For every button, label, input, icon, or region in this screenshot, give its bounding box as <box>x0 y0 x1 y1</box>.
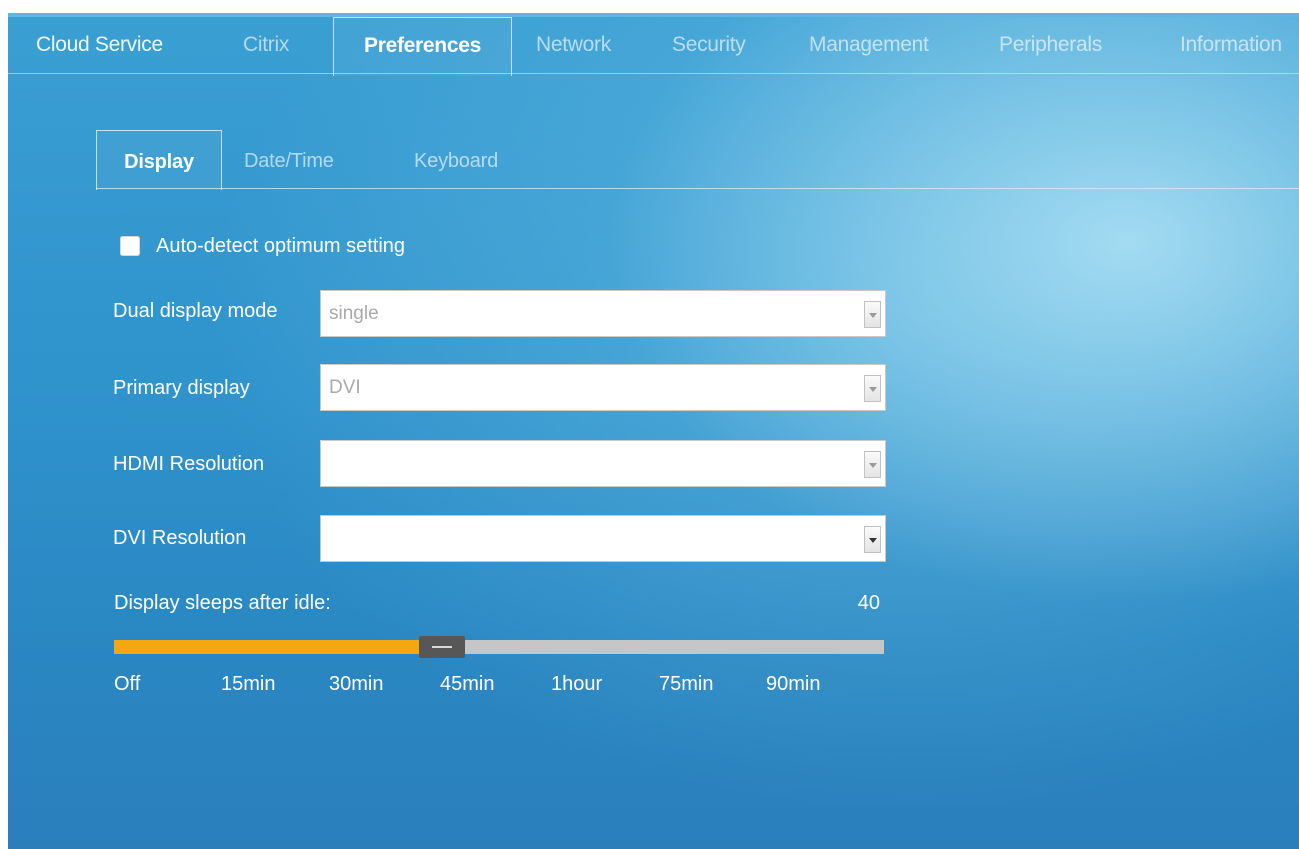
tick-label-15min: 15min <box>221 673 276 695</box>
tick-label-45min: 45min <box>440 673 495 695</box>
chevron-down-icon[interactable] <box>864 375 881 402</box>
display-sleep-value: 40 <box>857 592 880 614</box>
chevron-down-icon[interactable] <box>864 451 881 478</box>
tab-information[interactable]: Information <box>1180 17 1282 73</box>
settings-window: Cloud Service Citrix Preferences Network… <box>8 13 1299 849</box>
chevron-down-icon[interactable] <box>864 526 881 553</box>
tab-security[interactable]: Security <box>672 17 746 73</box>
auto-detect-row: Auto-detect optimum setting <box>120 231 405 261</box>
tick-label-90min: 90min <box>766 673 821 695</box>
slider-handle[interactable] <box>419 636 465 658</box>
subtab-date-time[interactable]: Date/Time <box>244 130 334 188</box>
dual-display-mode-value: single <box>329 303 379 324</box>
dual-display-mode-label: Dual display mode <box>113 300 278 322</box>
dvi-resolution-label: DVI Resolution <box>113 527 247 549</box>
display-sleep-label: Display sleeps after idle: <box>114 592 331 614</box>
tab-preferences[interactable]: Preferences <box>333 17 512 76</box>
tick-label-1hour: 1hour <box>551 673 603 695</box>
slider-fill <box>114 640 426 654</box>
dvi-resolution-select[interactable] <box>320 515 886 562</box>
tab-network[interactable]: Network <box>536 17 611 73</box>
primary-display-label: Primary display <box>113 377 250 399</box>
grip-icon <box>432 646 452 648</box>
auto-detect-checkbox[interactable] <box>120 236 140 256</box>
dual-display-mode-select[interactable]: single <box>320 290 886 337</box>
display-sleep-slider[interactable] <box>114 636 884 658</box>
tab-peripherals[interactable]: Peripherals <box>999 17 1102 73</box>
subtab-keyboard[interactable]: Keyboard <box>414 130 498 188</box>
sub-tab-bar: Display Date/Time Keyboard <box>96 130 1299 190</box>
auto-detect-label: Auto-detect optimum setting <box>156 234 406 257</box>
tab-citrix[interactable]: Citrix <box>243 17 289 73</box>
subtab-display[interactable]: Display <box>96 130 222 190</box>
primary-display-value: DVI <box>329 377 361 398</box>
hdmi-resolution-label: HDMI Resolution <box>113 453 265 475</box>
tab-cloud-service[interactable]: Cloud Service <box>36 17 163 73</box>
hdmi-resolution-select[interactable] <box>320 440 886 487</box>
chevron-down-icon[interactable] <box>864 301 881 328</box>
tab-management[interactable]: Management <box>809 17 929 73</box>
primary-display-select[interactable]: DVI <box>320 364 886 411</box>
tick-label-off: Off <box>114 673 141 695</box>
top-tab-bar: Cloud Service Citrix Preferences Network… <box>8 17 1299 76</box>
tick-label-75min: 75min <box>659 673 714 695</box>
tick-label-30min: 30min <box>329 673 384 695</box>
